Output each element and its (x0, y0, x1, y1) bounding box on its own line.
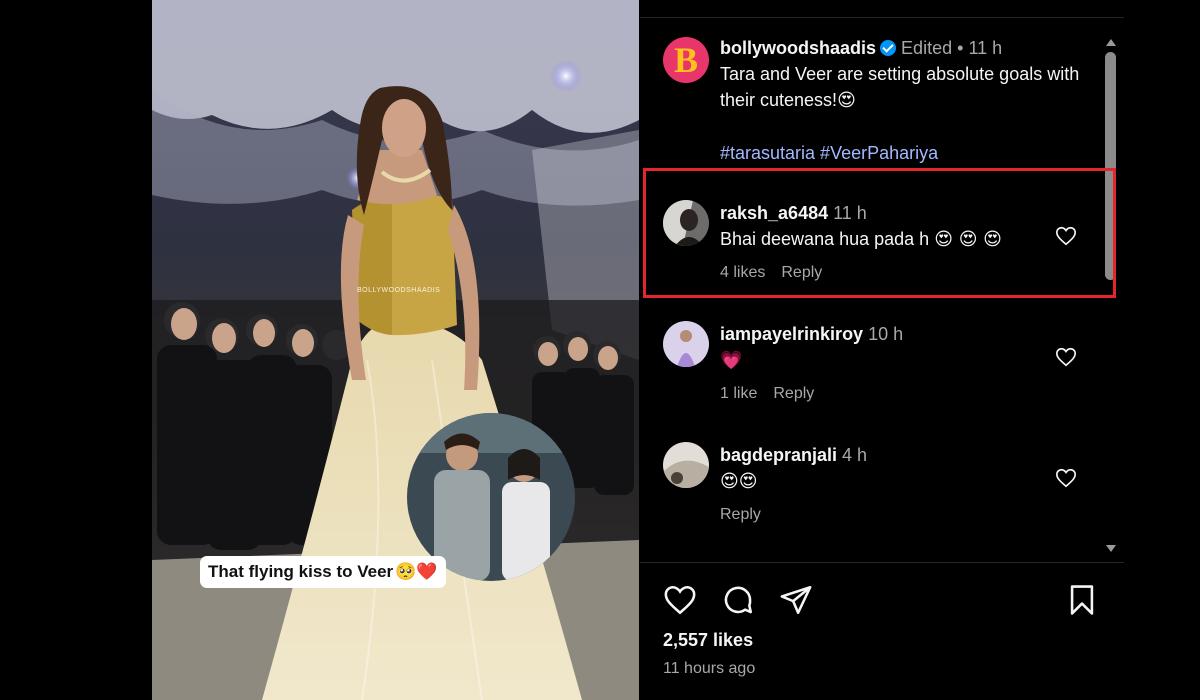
runway-photo (152, 0, 639, 700)
comment-username[interactable]: bagdepranjali (720, 445, 837, 465)
author-avatar[interactable]: B (663, 37, 709, 83)
reply-button[interactable]: Reply (781, 264, 822, 281)
author-username[interactable]: bollywoodshaadis (720, 38, 876, 58)
reply-button[interactable]: Reply (773, 385, 814, 402)
comment-emojis: 😍😍 (720, 471, 758, 492)
share-icon[interactable] (779, 583, 813, 617)
meta-separator: • (957, 38, 964, 58)
commenter-avatar[interactable] (663, 442, 709, 488)
comment-item: raksh_a6484 11 h Bhai deewana hua pada h… (663, 200, 1093, 300)
comment-age: 10 h (868, 324, 904, 344)
commenter-avatar-image (663, 200, 709, 246)
caption-emoji: 😍 (837, 90, 856, 111)
comment-likes[interactable]: 1 like (720, 385, 757, 402)
post-timestamp: 11 hours ago (663, 660, 756, 677)
like-count[interactable]: 2,557 likes (663, 630, 753, 651)
comment-icon[interactable] (721, 583, 755, 617)
comment-age: 4 h (842, 445, 868, 465)
comment-emojis: 💗 (720, 350, 743, 371)
post-media[interactable]: BOLLYWOODSHAADIS That flying kiss to Vee… (152, 0, 639, 700)
panel-top-divider (640, 17, 1124, 18)
post-actions (663, 583, 1103, 617)
comment-item: bagdepranjali 4 h 😍😍 Reply (663, 442, 1093, 542)
overlay-caption-emojis: 🥺❤️ (395, 562, 438, 582)
scroll-down-arrow-icon[interactable] (1106, 545, 1116, 552)
overlay-caption-text: That flying kiss to Veer (208, 562, 394, 581)
video-overlay-caption: That flying kiss to Veer 🥺❤️ (200, 556, 446, 588)
commenter-avatar[interactable] (663, 321, 709, 367)
comment-username[interactable]: iampayelrinkiroy (720, 324, 863, 344)
like-heart-icon[interactable] (663, 583, 697, 617)
comment-username[interactable]: raksh_a6484 (720, 203, 828, 223)
comment-emojis: 😍 😍 😍 (934, 229, 1002, 250)
comment-like-heart-icon[interactable] (1055, 346, 1077, 368)
caption-text: Tara and Veer are setting absolute goals… (720, 64, 1080, 110)
reply-button[interactable]: Reply (720, 506, 761, 523)
comment-likes[interactable]: 4 likes (720, 264, 765, 281)
panel-divider (640, 562, 1124, 563)
comment-like-heart-icon[interactable] (1055, 467, 1077, 489)
scroll-up-arrow-icon[interactable] (1106, 39, 1116, 46)
comment-text: Bhai deewana hua pada h (720, 229, 930, 249)
save-bookmark-icon[interactable] (1065, 583, 1099, 617)
caption-hashtags[interactable]: #tarasutaria #VeerPahariya (720, 143, 938, 163)
edited-label: Edited (901, 38, 953, 58)
media-watermark: BOLLYWOODSHAADIS (357, 287, 441, 294)
comment-like-heart-icon[interactable] (1055, 225, 1077, 247)
commenter-avatar[interactable] (663, 200, 709, 246)
comment-age: 11 h (833, 203, 867, 223)
comment-item: iampayelrinkiroy 10 h 💗 1 like Reply (663, 321, 1093, 421)
commenter-avatar-image (663, 442, 709, 488)
commenter-avatar-image (663, 321, 709, 367)
post-age: 11 h (968, 38, 1003, 58)
verified-badge-icon (880, 40, 897, 56)
